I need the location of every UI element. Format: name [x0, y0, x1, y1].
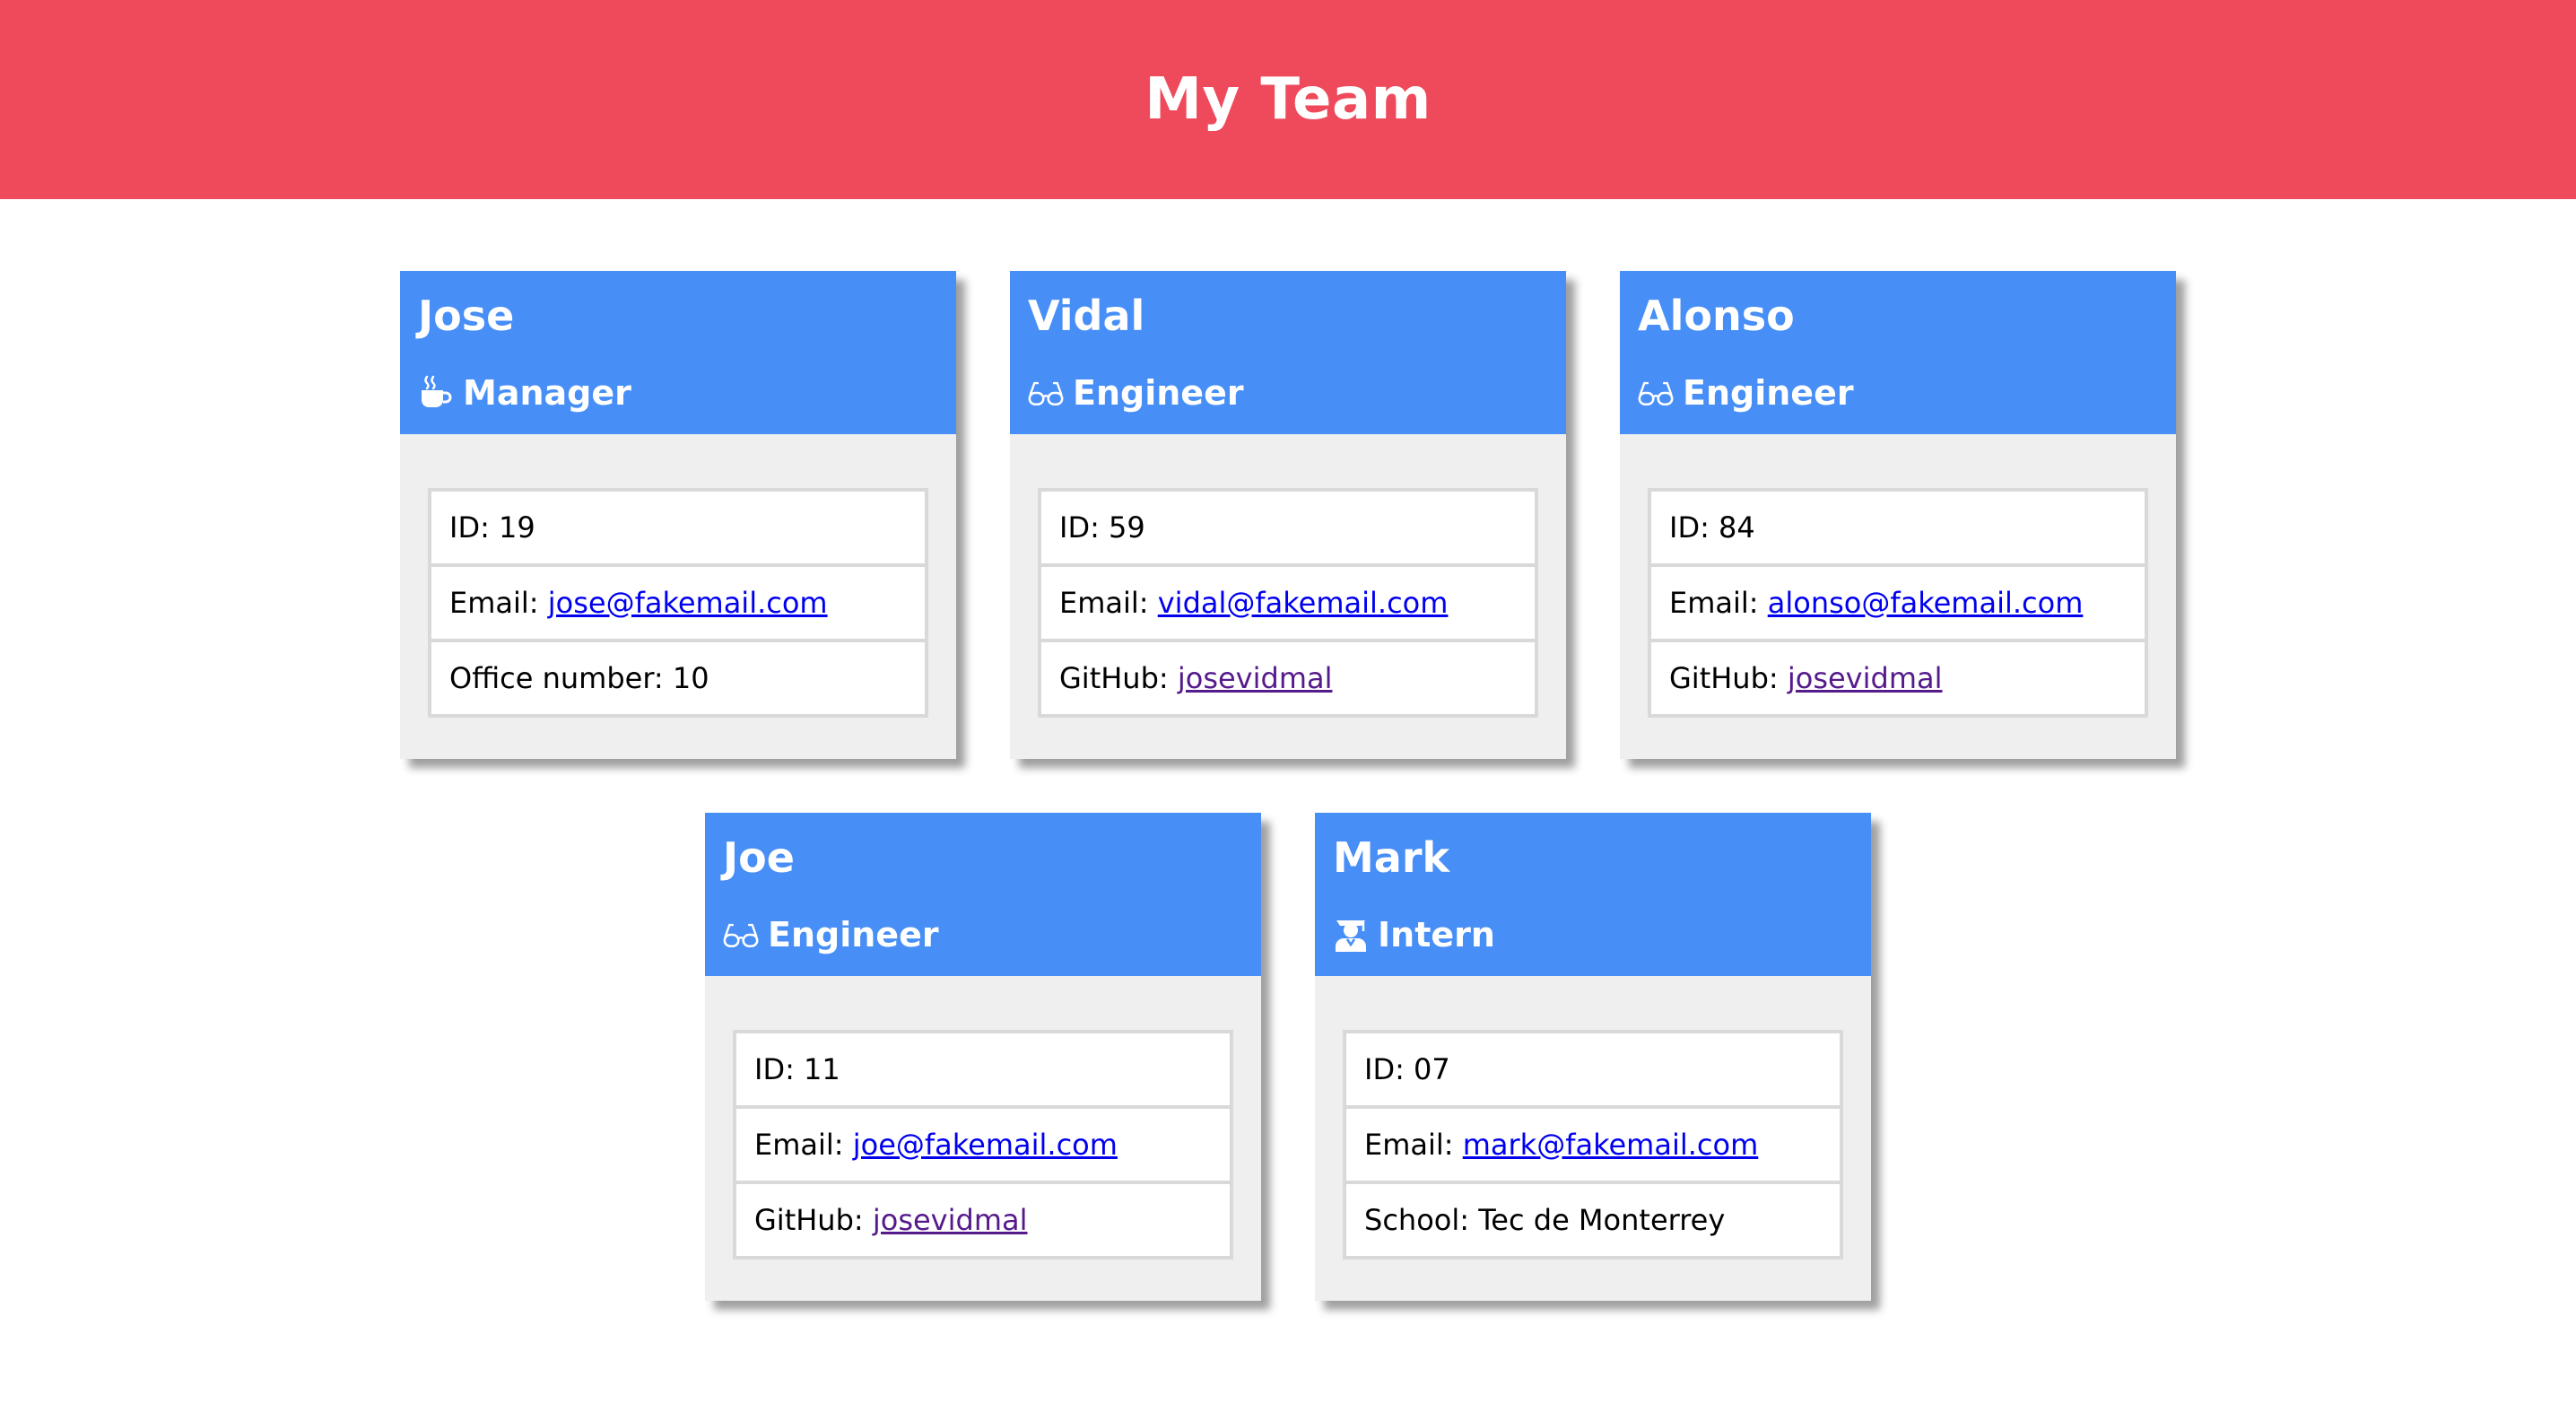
graduate-icon	[1333, 917, 1369, 953]
id-value: 11	[804, 1052, 840, 1086]
employee-details: ID: 59 Email: vidal@fakemail.com GitHub:…	[1038, 488, 1538, 718]
id-row: ID: 19	[431, 492, 925, 567]
github-link[interactable]: josevidmal	[873, 1203, 1028, 1237]
id-label: ID:	[754, 1052, 795, 1086]
email-row: Email: mark@fakemail.com	[1346, 1109, 1840, 1184]
email-link[interactable]: joe@fakemail.com	[853, 1128, 1118, 1162]
email-row: Email: jose@fakemail.com	[431, 567, 925, 642]
email-label: Email:	[1364, 1128, 1454, 1162]
id-label: ID:	[1364, 1052, 1405, 1086]
id-label: ID:	[449, 510, 490, 545]
employee-name: Vidal	[1028, 292, 1145, 340]
email-link[interactable]: vidal@fakemail.com	[1158, 586, 1449, 620]
coffee-mug-icon	[418, 375, 454, 411]
employee-details: ID: 07 Email: mark@fakemail.com School: …	[1343, 1030, 1843, 1259]
id-value: 59	[1109, 510, 1145, 545]
id-row: ID: 11	[736, 1033, 1230, 1109]
employee-details: ID: 19 Email: jose@fakemail.com Office n…	[428, 488, 928, 718]
email-label: Email:	[1669, 586, 1759, 620]
github-row: GitHub: josevidmal	[1041, 642, 1535, 714]
github-link[interactable]: josevidmal	[1788, 661, 1943, 695]
school-value: Tec de Monterrey	[1478, 1203, 1726, 1237]
email-row: Email: vidal@fakemail.com	[1041, 567, 1535, 642]
employee-card-jose: Jose Manager ID: 19 Email: jose@fakemail…	[400, 271, 956, 759]
id-label: ID:	[1059, 510, 1100, 545]
employee-name: Jose	[418, 292, 515, 340]
github-link[interactable]: josevidmal	[1178, 661, 1333, 695]
github-label: GitHub:	[1059, 661, 1169, 695]
email-label: Email:	[449, 586, 539, 620]
employee-card-alonso: Alonso Engineer ID: 84 Email: alonso@fak…	[1620, 271, 2176, 759]
office-number-row: Office number: 10	[431, 642, 925, 714]
id-label: ID:	[1669, 510, 1710, 545]
employee-details: ID: 84 Email: alonso@fakemail.com GitHub…	[1648, 488, 2148, 718]
email-link[interactable]: alonso@fakemail.com	[1768, 586, 2084, 620]
card-header: Vidal Engineer	[1010, 271, 1566, 434]
employee-role: Manager	[418, 370, 631, 416]
school-row: School: Tec de Monterrey	[1346, 1184, 1840, 1256]
id-value: 07	[1414, 1052, 1450, 1086]
role-label: Manager	[463, 373, 631, 413]
email-row: Email: joe@fakemail.com	[736, 1109, 1230, 1184]
employee-role: Intern	[1333, 911, 1495, 958]
email-label: Email:	[1059, 586, 1149, 620]
github-label: GitHub:	[754, 1203, 864, 1237]
github-label: GitHub:	[1669, 661, 1779, 695]
id-row: ID: 84	[1651, 492, 2145, 567]
employee-name: Mark	[1333, 833, 1450, 882]
employee-role: Engineer	[1028, 370, 1244, 416]
employee-card-vidal: Vidal Engineer ID: 59 Email: vidal@fakem…	[1010, 271, 1566, 759]
glasses-icon	[723, 917, 759, 953]
glasses-icon	[1638, 375, 1674, 411]
card-header: Joe Engineer	[705, 813, 1261, 976]
github-row: GitHub: josevidmal	[736, 1184, 1230, 1256]
page-title: My Team	[1144, 66, 1432, 133]
id-row: ID: 59	[1041, 492, 1535, 567]
card-header: Jose Manager	[400, 271, 956, 434]
school-label: School:	[1364, 1203, 1470, 1237]
email-link[interactable]: jose@fakemail.com	[548, 586, 828, 620]
card-header: Alonso Engineer	[1620, 271, 2176, 434]
role-label: Engineer	[768, 915, 939, 954]
office-number-value: 10	[672, 661, 709, 695]
card-header: Mark Intern	[1315, 813, 1871, 976]
page-header: My Team	[0, 0, 2576, 199]
github-row: GitHub: josevidmal	[1651, 642, 2145, 714]
email-row: Email: alonso@fakemail.com	[1651, 567, 2145, 642]
role-label: Engineer	[1073, 373, 1244, 413]
employee-name: Joe	[723, 833, 795, 882]
id-value: 19	[499, 510, 535, 545]
email-link[interactable]: mark@fakemail.com	[1463, 1128, 1759, 1162]
employee-card-mark: Mark Intern ID: 07 Email: mark@fakemail.…	[1315, 813, 1871, 1301]
email-label: Email:	[754, 1128, 844, 1162]
role-label: Intern	[1378, 915, 1495, 954]
glasses-icon	[1028, 375, 1064, 411]
id-value: 84	[1719, 510, 1755, 545]
employee-name: Alonso	[1638, 292, 1795, 340]
employee-card-joe: Joe Engineer ID: 11 Email: joe@fakemail.…	[705, 813, 1261, 1301]
employee-role: Engineer	[1638, 370, 1854, 416]
employee-details: ID: 11 Email: joe@fakemail.com GitHub: j…	[733, 1030, 1233, 1259]
office-number-label: Office number:	[449, 661, 664, 695]
role-label: Engineer	[1683, 373, 1854, 413]
employee-role: Engineer	[723, 911, 939, 958]
id-row: ID: 07	[1346, 1033, 1840, 1109]
